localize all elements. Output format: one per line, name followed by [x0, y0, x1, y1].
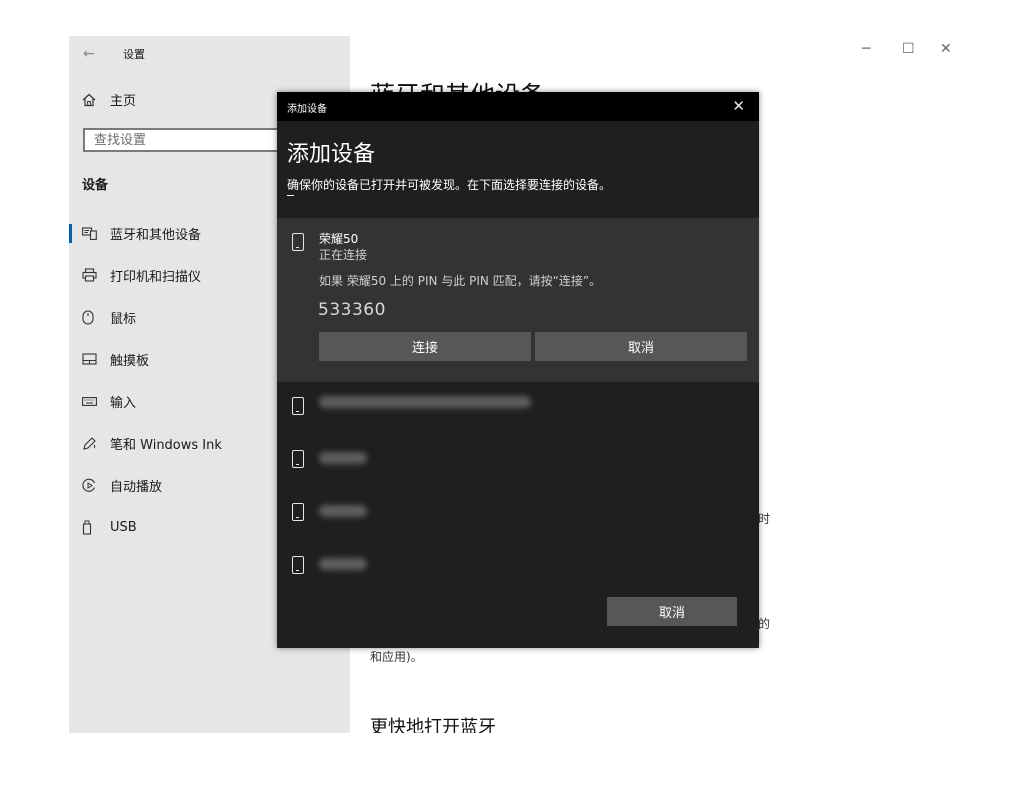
- sidebar-item-label: 打印机和扫描仪: [110, 269, 202, 285]
- device-name-blurred: [319, 558, 367, 570]
- back-arrow-icon[interactable]: ←: [83, 46, 109, 62]
- usb-icon: [82, 520, 110, 535]
- pin-message: 如果 荣耀50 上的 PIN 与此 PIN 匹配，请按“连接”。: [319, 274, 602, 288]
- progress-dots: [287, 195, 294, 196]
- pen-icon: [82, 436, 110, 451]
- sidebar-item-home[interactable]: 主页: [82, 90, 136, 109]
- sidebar-item-label: 输入: [110, 395, 137, 411]
- phone-icon: [292, 450, 304, 468]
- search-placeholder: 查找设置: [94, 133, 147, 148]
- device-name-blurred: [319, 452, 367, 464]
- maximize-icon[interactable]: ☐: [902, 41, 915, 57]
- device-status: 正在连接: [319, 248, 368, 262]
- title-row: ← 设置: [83, 42, 145, 66]
- printer-icon: [82, 268, 110, 282]
- dialog-titlebar: 添加设备 ✕: [277, 92, 759, 121]
- sidebar-item-label: USB: [110, 519, 137, 535]
- sidebar-item-label: 触摸板: [110, 353, 150, 369]
- device-name-blurred: [319, 505, 367, 517]
- dialog-title: 添加设备: [287, 104, 327, 115]
- phone-icon: [292, 397, 304, 415]
- app-title: 设置: [123, 48, 145, 61]
- search-input[interactable]: 查找设置: [83, 128, 303, 152]
- add-device-dialog: 添加设备 ✕ 添加设备 确保你的设备已打开并可被发现。在下面选择要连接的设备。 …: [277, 92, 759, 648]
- text-fragment: 和应用)。: [370, 650, 423, 664]
- section-subtitle: 更快地打开蓝牙: [370, 717, 496, 733]
- sidebar-item-label: 自动播放: [110, 479, 163, 495]
- section-title: 设备: [82, 178, 109, 193]
- cancel-button[interactable]: 取消: [607, 597, 737, 626]
- close-icon[interactable]: ✕: [940, 41, 952, 57]
- sidebar-item-label: 鼠标: [110, 311, 137, 327]
- sidebar-item-label: 笔和 Windows Ink: [110, 437, 222, 453]
- phone-icon: [292, 503, 304, 521]
- device-item-pairing[interactable]: 荣耀50 正在连接 如果 荣耀50 上的 PIN 与此 PIN 匹配，请按“连接…: [277, 218, 759, 382]
- pin-code: 533360: [318, 300, 386, 320]
- dialog-heading: 添加设备: [287, 142, 376, 167]
- text-fragment: 的: [758, 617, 771, 631]
- keyboard-icon: [82, 396, 110, 406]
- connect-button[interactable]: 连接: [319, 332, 531, 361]
- autoplay-icon: [82, 478, 110, 493]
- phone-icon: [292, 233, 304, 251]
- text-fragment: 时: [758, 512, 771, 526]
- device-item[interactable]: [277, 435, 759, 487]
- device-name: 荣耀50: [319, 232, 359, 246]
- sidebar-item-label: 主页: [110, 94, 137, 109]
- device-item[interactable]: [277, 382, 759, 434]
- close-icon[interactable]: ✕: [732, 97, 745, 115]
- device-item[interactable]: [277, 541, 759, 593]
- device-item[interactable]: [277, 488, 759, 540]
- home-icon: [82, 93, 110, 107]
- sidebar-item-label: 蓝牙和其他设备: [110, 227, 202, 243]
- phone-icon: [292, 556, 304, 574]
- devices-icon: [82, 226, 110, 240]
- device-name-blurred: [319, 396, 531, 408]
- dialog-instruction: 确保你的设备已打开并可被发现。在下面选择要连接的设备。: [287, 178, 612, 192]
- mouse-icon: [82, 309, 110, 325]
- cancel-pairing-button[interactable]: 取消: [535, 332, 747, 361]
- minimize-icon[interactable]: ─: [862, 41, 870, 57]
- touchpad-icon: [82, 353, 110, 365]
